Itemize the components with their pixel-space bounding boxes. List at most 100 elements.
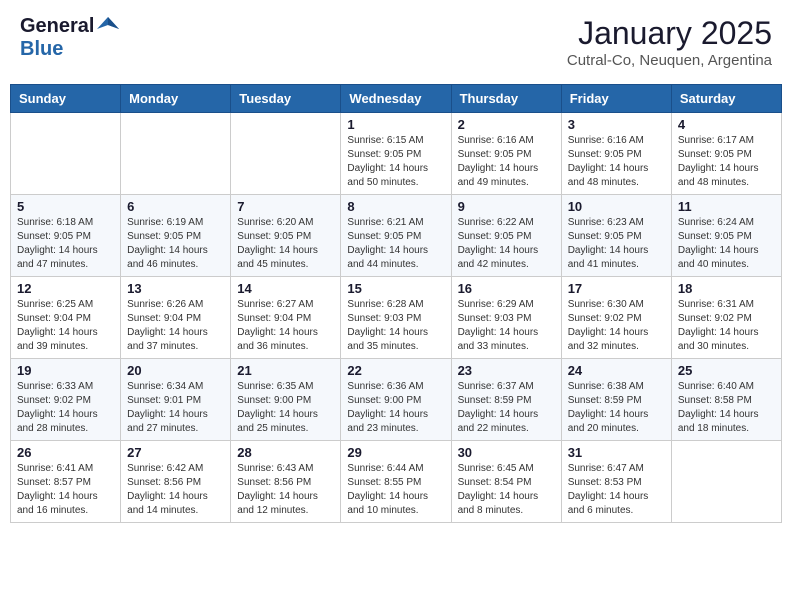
day-number: 3: [568, 117, 665, 132]
calendar-cell: 2 Sunrise: 6:16 AM Sunset: 9:05 PM Daylig…: [451, 113, 561, 195]
day-number: 27: [127, 445, 224, 460]
calendar-cell: 11 Sunrise: 6:24 AM Sunset: 9:05 PM Dayli…: [671, 195, 781, 277]
day-number: 30: [458, 445, 555, 460]
day-number: 11: [678, 199, 775, 214]
calendar-cell: [121, 113, 231, 195]
day-info: Sunrise: 6:47 AM Sunset: 8:53 PM Dayligh…: [568, 462, 665, 518]
calendar-cell: 30 Sunrise: 6:45 AM Sunset: 8:54 PM Dayli…: [451, 441, 561, 523]
day-number: 14: [237, 281, 334, 296]
day-number: 16: [458, 281, 555, 296]
calendar-cell: 18 Sunrise: 6:31 AM Sunset: 9:02 PM Dayli…: [671, 277, 781, 359]
calendar-cell: 3Sunrise: 6:16 AM Sunset: 9:05 PM Daylig…: [561, 113, 671, 195]
calendar-cell: 17 Sunrise: 6:30 AM Sunset: 9:02 PM Dayli…: [561, 277, 671, 359]
calendar-cell: 14Sunrise: 6:27 AM Sunset: 9:04 PM Dayli…: [231, 277, 341, 359]
calendar-cell: [231, 113, 341, 195]
calendar-cell: 9Sunrise: 6:22 AM Sunset: 9:05 PM Daylig…: [451, 195, 561, 277]
day-number: 28: [237, 445, 334, 460]
calendar-cell: 20 Sunrise: 6:34 AM Sunset: 9:01 PM Dayli…: [121, 359, 231, 441]
day-info: Sunrise: 6:44 AM Sunset: 8:55 PM Dayligh…: [347, 462, 444, 518]
logo-blue: Blue: [20, 38, 63, 60]
day-number: 2: [458, 117, 555, 132]
day-info: Sunrise: 6:34 AM Sunset: 9:01 PM Dayligh…: [127, 380, 224, 436]
day-number: 29: [347, 445, 444, 460]
calendar-week-3: 12Sunrise: 6:25 AM Sunset: 9:04 PM Dayli…: [11, 277, 782, 359]
day-number: 31: [568, 445, 665, 460]
calendar-header-row: SundayMondayTuesdayWednesdayThursdayFrid…: [11, 85, 782, 113]
day-info: Sunrise: 6:18 AM Sunset: 9:05 PM Dayligh…: [17, 216, 114, 272]
day-number: 26: [17, 445, 114, 460]
day-info: Sunrise: 6:38 AM Sunset: 8:59 PM Dayligh…: [568, 380, 665, 436]
day-number: 20: [127, 363, 224, 378]
day-info: Sunrise: 6:17 AM Sunset: 9:05 PM Dayligh…: [678, 134, 775, 190]
day-number: 24: [568, 363, 665, 378]
calendar-cell: 31 Sunrise: 6:47 AM Sunset: 8:53 PM Dayli…: [561, 441, 671, 523]
day-info: Sunrise: 6:21 AM Sunset: 9:05 PM Dayligh…: [347, 216, 444, 272]
day-number: 13: [127, 281, 224, 296]
day-info: Sunrise: 6:24 AM Sunset: 9:05 PM Dayligh…: [678, 216, 775, 272]
day-info: Sunrise: 6:19 AM Sunset: 9:05 PM Dayligh…: [127, 216, 224, 272]
day-number: 25: [678, 363, 775, 378]
column-header-friday: Friday: [561, 85, 671, 113]
logo-general: General: [20, 15, 94, 38]
day-info: Sunrise: 6:26 AM Sunset: 9:04 PM Dayligh…: [127, 298, 224, 354]
day-number: 7: [237, 199, 334, 214]
calendar-cell: 24 Sunrise: 6:38 AM Sunset: 8:59 PM Dayli…: [561, 359, 671, 441]
logo-bird-icon: [97, 15, 119, 38]
calendar-cell: 27 Sunrise: 6:42 AM Sunset: 8:56 PM Dayli…: [121, 441, 231, 523]
calendar-cell: 13 Sunrise: 6:26 AM Sunset: 9:04 PM Dayli…: [121, 277, 231, 359]
day-number: 22: [347, 363, 444, 378]
calendar-cell: [11, 113, 121, 195]
day-number: 10: [568, 199, 665, 214]
column-header-monday: Monday: [121, 85, 231, 113]
calendar-cell: 19 Sunrise: 6:33 AM Sunset: 9:02 PM Dayli…: [11, 359, 121, 441]
day-number: 6: [127, 199, 224, 214]
day-info: Sunrise: 6:29 AM Sunset: 9:03 PM Dayligh…: [458, 298, 555, 354]
day-number: 21: [237, 363, 334, 378]
calendar-cell: 10 Sunrise: 6:23 AM Sunset: 9:05 PM Dayli…: [561, 195, 671, 277]
day-number: 17: [568, 281, 665, 296]
calendar-cell: 26 Sunrise: 6:41 AM Sunset: 8:57 PM Dayli…: [11, 441, 121, 523]
title-block: January 2025 Cutral-Co, Neuquen, Argenti…: [567, 15, 772, 69]
day-number: 18: [678, 281, 775, 296]
calendar-cell: 29 Sunrise: 6:44 AM Sunset: 8:55 PM Dayli…: [341, 441, 451, 523]
column-header-sunday: Sunday: [11, 85, 121, 113]
day-number: 15: [347, 281, 444, 296]
day-info: Sunrise: 6:33 AM Sunset: 9:02 PM Dayligh…: [17, 380, 114, 436]
day-info: Sunrise: 6:35 AM Sunset: 9:00 PM Dayligh…: [237, 380, 334, 436]
day-number: 8: [347, 199, 444, 214]
calendar-cell: 12Sunrise: 6:25 AM Sunset: 9:04 PM Dayli…: [11, 277, 121, 359]
calendar-cell: 1 Sunrise: 6:15 AM Sunset: 9:05 PM Daylig…: [341, 113, 451, 195]
day-number: 9: [458, 199, 555, 214]
calendar-cell: 22 Sunrise: 6:36 AM Sunset: 9:00 PM Dayli…: [341, 359, 451, 441]
calendar-cell: 5Sunrise: 6:18 AM Sunset: 9:05 PM Daylig…: [11, 195, 121, 277]
column-header-tuesday: Tuesday: [231, 85, 341, 113]
day-info: Sunrise: 6:41 AM Sunset: 8:57 PM Dayligh…: [17, 462, 114, 518]
day-number: 19: [17, 363, 114, 378]
day-info: Sunrise: 6:45 AM Sunset: 8:54 PM Dayligh…: [458, 462, 555, 518]
day-info: Sunrise: 6:16 AM Sunset: 9:05 PM Dayligh…: [458, 134, 555, 190]
calendar-cell: 23Sunrise: 6:37 AM Sunset: 8:59 PM Dayli…: [451, 359, 561, 441]
day-info: Sunrise: 6:15 AM Sunset: 9:05 PM Dayligh…: [347, 134, 444, 190]
calendar-week-4: 19 Sunrise: 6:33 AM Sunset: 9:02 PM Dayli…: [11, 359, 782, 441]
day-info: Sunrise: 6:23 AM Sunset: 9:05 PM Dayligh…: [568, 216, 665, 272]
day-info: Sunrise: 6:30 AM Sunset: 9:02 PM Dayligh…: [568, 298, 665, 354]
calendar-cell: 21 Sunrise: 6:35 AM Sunset: 9:00 PM Dayli…: [231, 359, 341, 441]
day-info: Sunrise: 6:37 AM Sunset: 8:59 PM Dayligh…: [458, 380, 555, 436]
day-info: Sunrise: 6:36 AM Sunset: 9:00 PM Dayligh…: [347, 380, 444, 436]
column-header-saturday: Saturday: [671, 85, 781, 113]
day-info: Sunrise: 6:42 AM Sunset: 8:56 PM Dayligh…: [127, 462, 224, 518]
calendar-cell: 8 Sunrise: 6:21 AM Sunset: 9:05 PM Daylig…: [341, 195, 451, 277]
day-info: Sunrise: 6:43 AM Sunset: 8:56 PM Dayligh…: [237, 462, 334, 518]
calendar-cell: 7Sunrise: 6:20 AM Sunset: 9:05 PM Daylig…: [231, 195, 341, 277]
calendar-cell: 6 Sunrise: 6:19 AM Sunset: 9:05 PM Daylig…: [121, 195, 231, 277]
day-info: Sunrise: 6:25 AM Sunset: 9:04 PM Dayligh…: [17, 298, 114, 354]
day-info: Sunrise: 6:40 AM Sunset: 8:58 PM Dayligh…: [678, 380, 775, 436]
column-header-thursday: Thursday: [451, 85, 561, 113]
logo: General Blue: [20, 15, 119, 61]
day-info: Sunrise: 6:31 AM Sunset: 9:02 PM Dayligh…: [678, 298, 775, 354]
calendar-cell: 25 Sunrise: 6:40 AM Sunset: 8:58 PM Dayli…: [671, 359, 781, 441]
location-title: Cutral-Co, Neuquen, Argentina: [567, 52, 772, 69]
calendar-week-5: 26 Sunrise: 6:41 AM Sunset: 8:57 PM Dayli…: [11, 441, 782, 523]
day-number: 1: [347, 117, 444, 132]
calendar-week-2: 5Sunrise: 6:18 AM Sunset: 9:05 PM Daylig…: [11, 195, 782, 277]
